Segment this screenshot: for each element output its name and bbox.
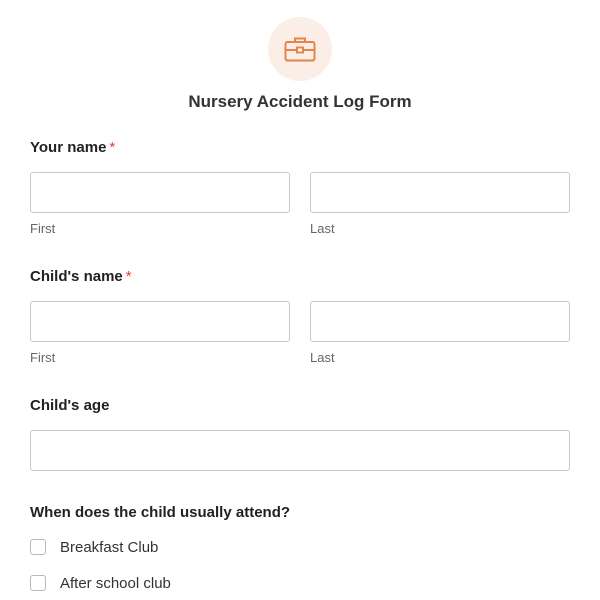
child-name-last-sublabel: Last xyxy=(310,350,335,365)
your-name-first-sublabel: First xyxy=(30,221,56,236)
child-name-last-input[interactable] xyxy=(310,301,570,342)
your-name-last-input[interactable] xyxy=(310,172,570,213)
attendance-option-after-school-club[interactable]: After school club xyxy=(30,573,171,593)
attendance-option-breakfast-club[interactable]: Breakfast Club xyxy=(30,537,158,557)
child-name-first-input[interactable] xyxy=(30,301,290,342)
child-name-first-sublabel: First xyxy=(30,350,56,365)
after-school-club-checkbox[interactable] xyxy=(30,575,46,591)
child-age-input[interactable] xyxy=(30,430,570,471)
your-name-label: Your name * xyxy=(30,139,115,156)
child-age-label-text: Child's age xyxy=(30,397,110,414)
required-mark: * xyxy=(109,139,116,156)
child-name-label: Child's name * xyxy=(30,268,132,285)
breakfast-club-label[interactable]: Breakfast Club xyxy=(60,539,158,556)
breakfast-club-checkbox[interactable] xyxy=(30,539,46,555)
your-name-label-text: Your name xyxy=(30,139,107,156)
attendance-label: When does the child usually attend? xyxy=(30,504,290,521)
required-mark: * xyxy=(125,268,132,285)
attendance-label-text: When does the child usually attend? xyxy=(30,504,291,521)
briefcase-icon xyxy=(284,37,316,62)
child-age-label: Child's age xyxy=(30,397,109,414)
header-icon-circle xyxy=(268,17,332,81)
child-name-label-text: Child's name xyxy=(30,268,123,285)
your-name-last-sublabel: Last xyxy=(310,221,335,236)
after-school-club-label[interactable]: After school club xyxy=(60,575,171,592)
your-name-first-input[interactable] xyxy=(30,172,290,213)
form-title: Nursery Accident Log Form xyxy=(188,92,412,111)
